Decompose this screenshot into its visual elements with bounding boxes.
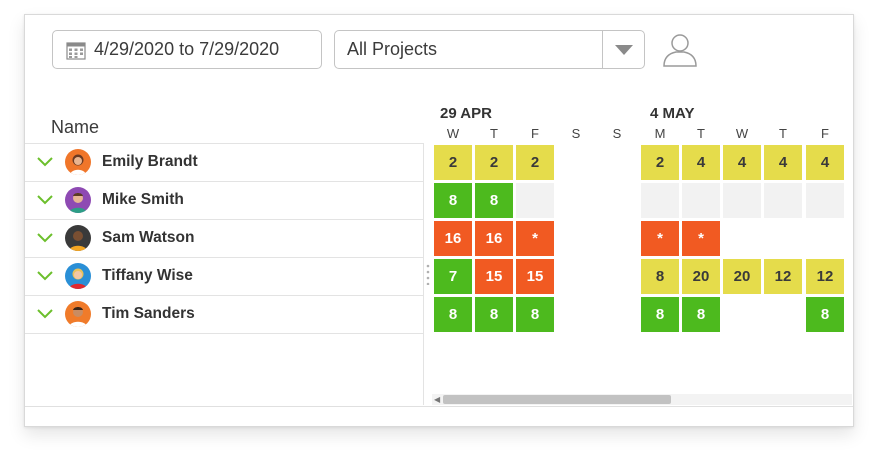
pane-splitter[interactable]: [423, 143, 424, 405]
avatar: [65, 263, 91, 289]
person-row[interactable]: Mike Smith: [25, 182, 423, 220]
allocation-cell[interactable]: 12: [805, 258, 845, 295]
chevron-down-icon[interactable]: [37, 308, 53, 320]
project-filter-select[interactable]: All Projects: [334, 30, 645, 69]
chevron-down-icon[interactable]: [37, 194, 53, 206]
date-range-button[interactable]: 4/29/2020 to 7/29/2020: [52, 30, 322, 69]
project-filter-value: All Projects: [347, 39, 438, 59]
week-header: 4 MAY: [650, 105, 695, 122]
allocation-cell[interactable]: *: [640, 220, 680, 257]
footer-divider: [25, 406, 853, 407]
allocation-cell[interactable]: [640, 182, 680, 219]
allocation-cell[interactable]: 8: [474, 296, 514, 333]
allocation-cell[interactable]: 15: [515, 258, 555, 295]
scroll-left-icon[interactable]: ◀: [434, 395, 440, 404]
allocation-cell[interactable]: [597, 220, 637, 257]
allocation-cell[interactable]: 7: [433, 258, 473, 295]
allocation-cell[interactable]: 12: [763, 258, 803, 295]
week-header: 29 APR: [440, 105, 492, 122]
scrollbar-thumb[interactable]: [443, 395, 671, 404]
allocation-cell[interactable]: [763, 296, 803, 333]
date-range-label: 4/29/2020 to 7/29/2020: [94, 39, 280, 59]
allocation-cell[interactable]: [722, 182, 762, 219]
person-row[interactable]: Tim Sanders: [25, 296, 423, 334]
avatar: [65, 149, 91, 175]
day-header: F: [821, 126, 829, 141]
allocation-cell[interactable]: 4: [681, 144, 721, 181]
splitter-grip-icon[interactable]: [426, 263, 430, 285]
person-name: Mike Smith: [102, 191, 184, 208]
allocation-cell[interactable]: [556, 220, 596, 257]
allocation-cell[interactable]: [597, 144, 637, 181]
person-row[interactable]: Sam Watson: [25, 220, 423, 258]
allocation-cell[interactable]: [515, 182, 555, 219]
chevron-down-icon[interactable]: [37, 270, 53, 282]
avatar: [65, 301, 91, 327]
day-header: T: [697, 126, 705, 141]
allocation-cell[interactable]: 2: [640, 144, 680, 181]
allocation-cell[interactable]: 2: [515, 144, 555, 181]
allocation-cell[interactable]: [556, 144, 596, 181]
allocation-cell[interactable]: 2: [433, 144, 473, 181]
allocation-cell[interactable]: 20: [681, 258, 721, 295]
day-header: W: [735, 126, 749, 141]
allocation-cell[interactable]: *: [681, 220, 721, 257]
user-icon[interactable]: [660, 30, 700, 70]
allocation-cell[interactable]: [722, 220, 762, 257]
allocation-cell[interactable]: 8: [805, 296, 845, 333]
day-header: W: [446, 126, 460, 141]
person-name: Tim Sanders: [102, 305, 195, 322]
person-row[interactable]: Emily Brandt: [25, 143, 423, 182]
project-filter-dropdown-button[interactable]: [602, 31, 644, 68]
day-header: F: [531, 126, 539, 141]
day-header: S: [612, 126, 622, 141]
allocation-cell[interactable]: 16: [474, 220, 514, 257]
allocation-cell[interactable]: [556, 258, 596, 295]
allocation-cell[interactable]: 20: [722, 258, 762, 295]
allocation-cell[interactable]: 8: [640, 258, 680, 295]
allocation-cell[interactable]: [805, 182, 845, 219]
avatar: [65, 187, 91, 213]
allocation-cell[interactable]: 4: [805, 144, 845, 181]
allocation-cell[interactable]: [805, 220, 845, 257]
chevron-down-icon[interactable]: [37, 232, 53, 244]
allocation-cell[interactable]: [597, 182, 637, 219]
allocation-cell[interactable]: 4: [763, 144, 803, 181]
allocation-cell[interactable]: 8: [640, 296, 680, 333]
allocation-cell[interactable]: [763, 182, 803, 219]
allocation-cell[interactable]: 8: [474, 182, 514, 219]
allocation-cell[interactable]: [597, 296, 637, 333]
allocation-cell[interactable]: [681, 182, 721, 219]
allocation-cell[interactable]: [597, 258, 637, 295]
day-header: S: [571, 126, 581, 141]
resource-scheduler-panel: 4/29/2020 to 7/29/2020 All Projects Name…: [24, 14, 854, 427]
allocation-cell[interactable]: [556, 182, 596, 219]
avatar: [65, 225, 91, 251]
allocation-cell[interactable]: 8: [681, 296, 721, 333]
day-header: T: [779, 126, 787, 141]
person-name: Emily Brandt: [102, 153, 198, 170]
allocation-cell[interactable]: [722, 296, 762, 333]
allocation-cell[interactable]: 16: [433, 220, 473, 257]
person-name: Tiffany Wise: [102, 267, 193, 284]
person-row[interactable]: Tiffany Wise: [25, 258, 423, 296]
allocation-cell[interactable]: [556, 296, 596, 333]
day-header: M: [654, 126, 666, 141]
chevron-down-icon: [614, 44, 633, 55]
chevron-down-icon[interactable]: [37, 156, 53, 168]
allocation-cell[interactable]: 8: [433, 182, 473, 219]
allocation-cell[interactable]: 15: [474, 258, 514, 295]
allocation-cell[interactable]: 2: [474, 144, 514, 181]
allocation-cell[interactable]: 8: [433, 296, 473, 333]
name-column-header: Name: [51, 117, 100, 137]
person-name: Sam Watson: [102, 229, 195, 246]
people-list: Emily Brandt Mike Smith Sam Watson Tiffa…: [25, 143, 423, 334]
allocation-cell[interactable]: 4: [722, 144, 762, 181]
day-header: T: [490, 126, 498, 141]
allocation-cell[interactable]: [763, 220, 803, 257]
calendar-icon: [66, 41, 86, 60]
allocation-cell[interactable]: 8: [515, 296, 555, 333]
allocation-cell[interactable]: *: [515, 220, 555, 257]
